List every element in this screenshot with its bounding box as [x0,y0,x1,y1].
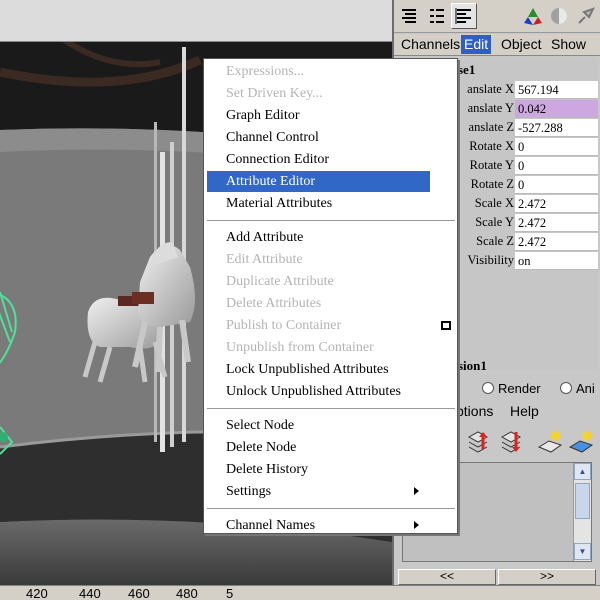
menu-options[interactable]: ptions [456,403,493,419]
menu-item-delete-attributes: Delete Attributes [226,296,322,311]
axis-icon[interactable] [520,3,546,29]
channel-label[interactable]: Rotate Y [470,158,514,173]
channel-label[interactable]: Visibility [468,253,514,268]
menu-item-expressions: Expressions... [226,64,305,79]
scroll-up-icon[interactable]: ▲ [574,463,591,480]
channel-value[interactable]: 0.042 [515,100,598,118]
scroll-thumb[interactable] [575,483,590,519]
channel-label[interactable]: Rotate X [469,139,514,154]
channel-value[interactable]: 0 [515,157,598,175]
channel-label[interactable]: Scale Z [476,234,514,249]
time-slider-ruler[interactable]: 420 440 460 480 5 [0,585,600,600]
menu-edit[interactable]: Edit [461,35,492,54]
ruler-tick: 5 [226,586,234,600]
menu-item-set-driven-key: Set Driven Key... [226,86,323,101]
attribute-editor-icon[interactable] [424,3,450,29]
channel-box-menu-bar: Channels Edit Object Show [394,34,600,56]
shading-icon[interactable] [546,3,572,29]
scroll-down-icon[interactable]: ▼ [574,543,591,560]
menu-item-material-attributes[interactable]: Material Attributes [207,193,430,214]
channel-value[interactable]: 2.472 [515,195,598,213]
channel-value[interactable]: 0 [515,176,598,194]
menu-item-edit-attribute: Edit Attribute [226,252,303,267]
menu-channels[interactable]: Channels [398,35,463,54]
menu-item-channel-control[interactable]: Channel Control [207,127,430,148]
edit-context-menu: Expressions... Set Driven Key... Graph Edi… [203,58,458,534]
channel-label[interactable]: anslate Z [469,120,514,135]
channel-label[interactable]: Scale Y [475,215,514,230]
submenu-arrow-icon [414,487,419,495]
channel-label[interactable]: Scale X [475,196,514,211]
menu-item-settings[interactable]: Settings [207,481,430,502]
menu-help[interactable]: Help [510,403,539,419]
channel-box-icon[interactable] [396,3,422,29]
layer-move-down-icon[interactable] [497,427,527,457]
menu-item-channel-names[interactable]: Channel Names [207,515,430,536]
menu-separator [207,408,455,410]
new-layer-selected-icon[interactable] [566,427,596,457]
menu-show[interactable]: Show [548,35,589,54]
panel-icon-bar [394,0,600,33]
channel-value[interactable]: 2.472 [515,233,598,251]
submenu-arrow-icon [414,521,419,529]
layer-move-up-icon[interactable] [464,427,494,457]
channel-value[interactable]: on [515,252,598,270]
radio-anim[interactable] [560,382,572,394]
channel-value[interactable]: -527.288 [515,119,598,137]
radio-render-label: Render [498,381,541,396]
channel-value[interactable]: 0 [515,138,598,156]
nav-next-button[interactable]: >> [498,569,596,585]
ruler-tick: 460 [128,586,150,600]
channel-label[interactable]: anslate Y [468,101,514,116]
nav-prev-button[interactable]: << [398,569,496,585]
ruler-tick: 440 [79,586,101,600]
menu-item-delete-history[interactable]: Delete History [207,459,430,480]
menu-item-graph-editor[interactable]: Graph Editor [207,105,430,126]
menu-item-unlock-unpublished-attributes[interactable]: Unlock Unpublished Attributes [207,381,430,402]
channel-value[interactable]: 567.194 [515,81,598,99]
channel-label[interactable]: Rotate Z [471,177,514,192]
menu-item-delete-node[interactable]: Delete Node [207,437,430,458]
new-layer-icon[interactable] [535,427,565,457]
menu-item-connection-editor[interactable]: Connection Editor [207,149,430,170]
menu-separator [207,508,455,510]
ruler-tick: 480 [176,586,198,600]
menu-item-add-attribute[interactable]: Add Attribute [207,227,430,248]
menu-item-select-node[interactable]: Select Node [207,415,430,436]
option-box-icon[interactable] [441,321,451,330]
menu-item-lock-unpublished-attributes[interactable]: Lock Unpublished Attributes [207,359,430,380]
radio-anim-label: Ani [576,381,595,396]
radio-render[interactable] [482,382,494,394]
ruler-tick: 420 [26,586,48,600]
menu-item-unpublish-from-container: Unpublish from Container [226,340,374,355]
channel-label[interactable]: anslate X [467,82,514,97]
layer-list-scrollbar[interactable]: ▲ ▼ [573,463,591,561]
menu-item-publish-to-container: Publish to Container [226,318,342,333]
layer-nav-row: << >> [394,569,600,585]
viewport-menu-bar [0,0,392,42]
pin-icon[interactable] [572,3,598,29]
menu-item-attribute-editor[interactable]: Attribute Editor [207,171,430,192]
tool-settings-icon[interactable] [451,3,477,29]
menu-item-duplicate-attribute: Duplicate Attribute [226,274,334,289]
menu-separator [207,220,455,222]
channel-value[interactable]: 2.472 [515,214,598,232]
menu-object[interactable]: Object [498,35,544,54]
